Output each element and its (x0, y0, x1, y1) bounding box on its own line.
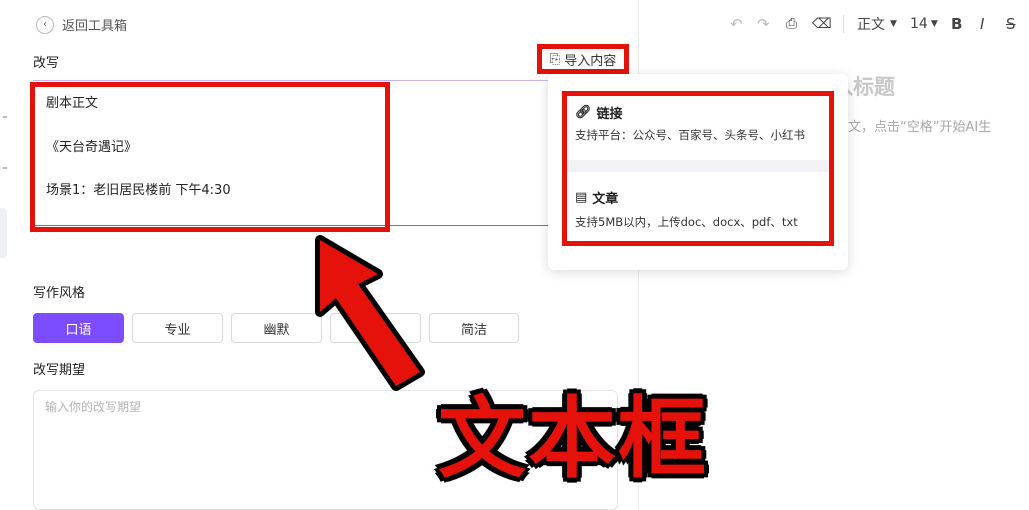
import-content-button[interactable]: ⎘ 导入内容 (537, 44, 629, 74)
import-label: 导入内容 (564, 53, 617, 69)
sidebar-active-indicator (0, 208, 7, 258)
sidebar-fragment: ⁼ (2, 112, 8, 125)
font-size-select[interactable]: 14 ▼ (910, 14, 938, 34)
redo-icon[interactable]: ↷ (757, 14, 770, 34)
italic-button[interactable]: I (980, 14, 984, 34)
expectation-placeholder: 输入你的改写期望 (45, 400, 142, 414)
bold-button[interactable]: B (951, 14, 962, 34)
eraser-icon[interactable]: ⌫ (812, 14, 832, 34)
import-icon: ⎘ (549, 51, 561, 67)
editor-body-hint: 文，点击“空格”开始AI生 (848, 120, 992, 135)
rewrite-section-title: 改写 (33, 56, 60, 71)
style-option-colloquial[interactable]: 口语 (33, 313, 124, 343)
toolbar-divider (843, 15, 844, 33)
paragraph-style-value: 正文 (857, 17, 885, 33)
annotation-highlight-box (30, 82, 390, 232)
sidebar-fragment: ⁼ (2, 163, 8, 176)
strikethrough-button[interactable]: S (1006, 14, 1016, 34)
style-option-concise[interactable]: 简洁 (429, 313, 519, 343)
font-size-value: 14 (910, 16, 928, 32)
annotation-label: 文本框 (438, 387, 709, 490)
chevron-left-icon: ‹ (36, 15, 54, 34)
style-option-professional[interactable]: 专业 (132, 313, 223, 343)
style-section-title: 写作风格 (33, 286, 86, 301)
undo-icon[interactable]: ↶ (730, 14, 743, 34)
annotation-arrow (315, 235, 425, 391)
paragraph-style-select[interactable]: 正文 ▼ (857, 14, 897, 34)
back-to-toolbox-link[interactable]: ‹ 返回工具箱 (36, 15, 127, 34)
expectation-section-title: 改写期望 (33, 363, 86, 378)
back-label: 返回工具箱 (62, 19, 128, 34)
caret-down-icon: ▼ (930, 19, 938, 29)
annotation-highlight-box (562, 91, 834, 246)
caret-down-icon: ▼ (890, 19, 897, 29)
format-painter-icon[interactable]: ⎙ (786, 14, 797, 34)
